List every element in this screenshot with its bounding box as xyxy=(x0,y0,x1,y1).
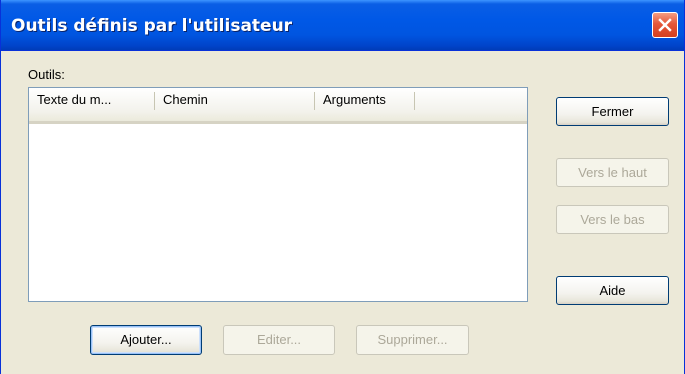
close-window-button[interactable] xyxy=(652,12,678,38)
column-header-path[interactable]: Chemin xyxy=(155,88,315,121)
column-header-label: Chemin xyxy=(163,92,208,107)
move-down-button[interactable]: Vers le bas xyxy=(556,205,669,234)
tools-list[interactable]: Texte du m... Chemin Arguments xyxy=(28,87,528,302)
close-button[interactable]: Fermer xyxy=(556,97,669,126)
tools-list-label: Outils: xyxy=(28,67,65,82)
close-icon xyxy=(658,18,672,32)
column-separator[interactable] xyxy=(414,92,415,110)
help-button[interactable]: Aide xyxy=(556,276,669,305)
column-header-menu-text[interactable]: Texte du m... xyxy=(29,88,155,121)
list-header: Texte du m... Chemin Arguments xyxy=(29,88,527,124)
column-header-label: Arguments xyxy=(323,92,386,107)
delete-button[interactable]: Supprimer... xyxy=(356,325,469,355)
dialog-window: Outils définis par l'utilisateur Outils:… xyxy=(0,0,685,374)
edit-button[interactable]: Editer... xyxy=(223,325,335,355)
column-header-label: Texte du m... xyxy=(37,92,112,107)
window-title: Outils définis par l'utilisateur xyxy=(11,16,293,36)
column-header-arguments[interactable]: Arguments xyxy=(315,88,415,121)
title-bar[interactable]: Outils définis par l'utilisateur xyxy=(1,0,684,51)
add-button[interactable]: Ajouter... xyxy=(90,325,202,355)
move-up-button[interactable]: Vers le haut xyxy=(556,158,669,187)
